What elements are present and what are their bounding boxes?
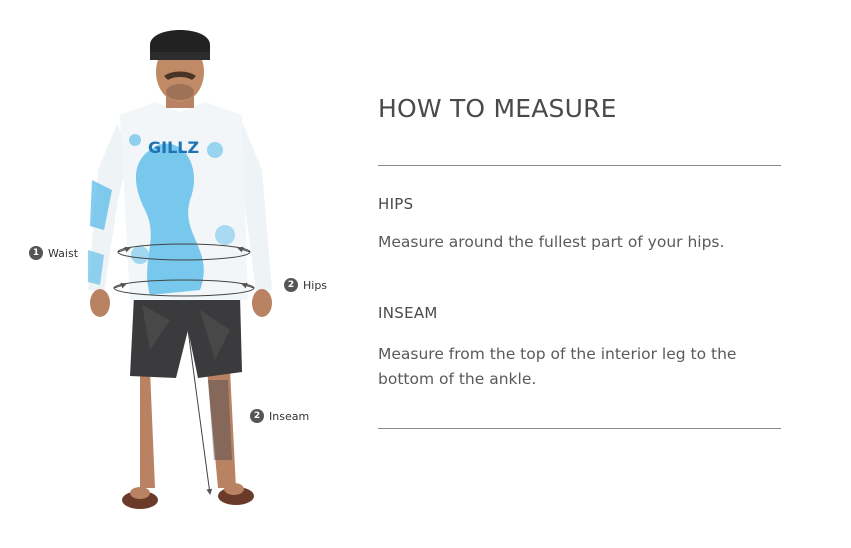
inseam-instructions: Measure from the top of the interior leg… <box>378 345 737 388</box>
hips-callout-label: Hips <box>303 278 328 292</box>
inseam-heading: INSEAM <box>378 304 438 322</box>
inseam-callout-number: 2 <box>250 409 264 423</box>
shirt-logo: GILLZ <box>148 138 199 157</box>
hips-callout: 2 Hips <box>284 278 327 292</box>
waist-callout-number: 1 <box>29 246 43 260</box>
waist-callout-label: Waist <box>48 246 79 260</box>
model-illustration: GILLZ <box>88 30 272 509</box>
shorts <box>130 296 242 378</box>
waist-callout: 1 Waist <box>29 246 78 260</box>
inseam-callout-label: Inseam <box>269 409 310 423</box>
divider-bottom <box>378 428 781 429</box>
shirt: GILLZ <box>120 102 248 300</box>
legs <box>140 370 236 488</box>
hips-instructions: Measure around the fullest part of your … <box>378 233 725 251</box>
model-figure: GILLZ 1 Waist 2 Hips 2 Inseam <box>0 0 360 548</box>
hips-heading: HIPS <box>378 195 414 213</box>
divider-top <box>378 165 781 166</box>
head <box>150 30 210 108</box>
inseam-callout: 2 Inseam <box>250 409 309 423</box>
guide-title: HOW TO MEASURE <box>378 94 617 123</box>
hips-callout-number: 2 <box>284 278 298 292</box>
